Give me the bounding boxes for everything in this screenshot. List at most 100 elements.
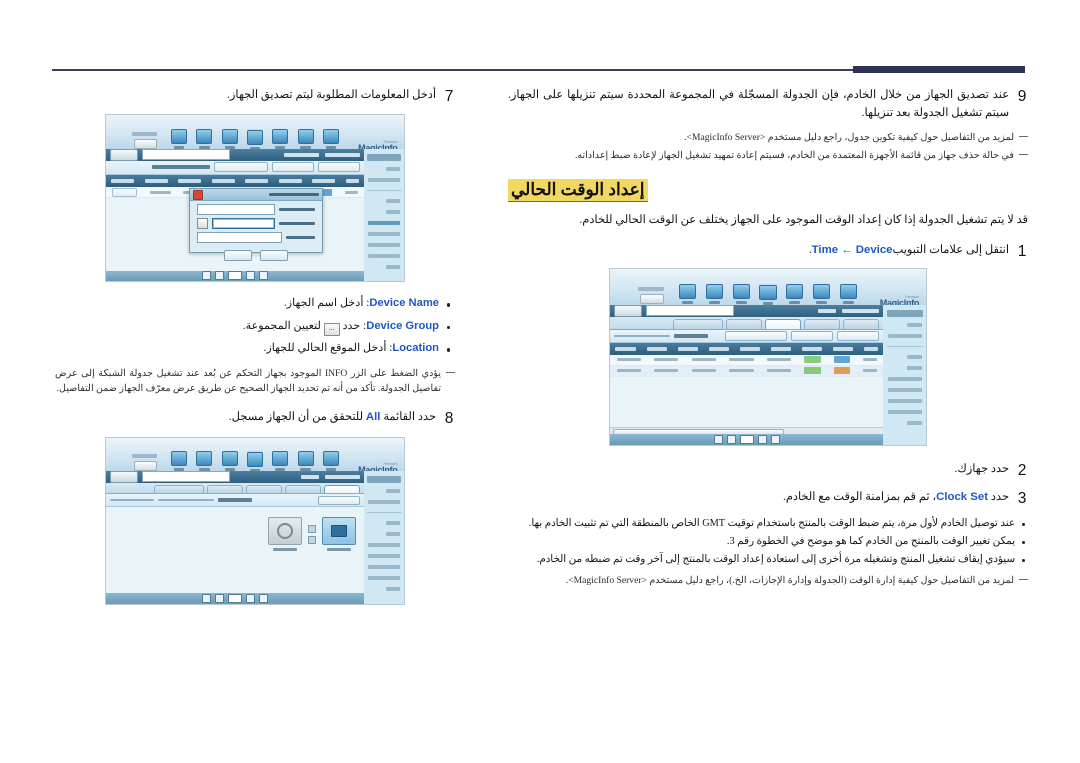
- nav-item-schedule[interactable]: [272, 450, 289, 473]
- column-device-name[interactable]: [802, 346, 823, 351]
- last-page-button[interactable]: [201, 593, 211, 603]
- dialog-buttons[interactable]: [190, 243, 321, 267]
- tab-time[interactable]: [765, 319, 802, 329]
- prev-page-button[interactable]: [757, 435, 767, 445]
- pagination-bar[interactable]: [106, 270, 364, 282]
- logout-button[interactable]: [134, 461, 157, 472]
- nav-item-playlist[interactable]: [297, 450, 314, 473]
- nav-item-user[interactable]: [221, 128, 238, 151]
- delete-button[interactable]: [271, 162, 314, 173]
- sidebar-item-all[interactable]: [907, 322, 922, 327]
- column-approve[interactable]: [111, 178, 135, 183]
- sidebar-item-sample-list[interactable]: [367, 253, 400, 258]
- clock-set-button[interactable]: [837, 330, 880, 341]
- sidebar-item-sample-list[interactable]: [887, 409, 922, 414]
- tab-monitoring[interactable]: [323, 484, 360, 494]
- row-checkbox[interactable]: [344, 190, 358, 194]
- timer-set-button[interactable]: [791, 330, 834, 341]
- cancel-button[interactable]: [224, 250, 252, 262]
- sidebar-item-by-group[interactable]: [887, 333, 922, 338]
- logout-button[interactable]: [134, 138, 157, 149]
- sidebar-item-log[interactable]: [386, 264, 400, 269]
- nav-item-setting[interactable]: [678, 283, 696, 306]
- view-mode-dropdown[interactable]: [157, 499, 214, 502]
- sidebar-item-disconnect[interactable]: [367, 231, 400, 236]
- prev-page-button[interactable]: [245, 593, 255, 603]
- row-checkbox[interactable]: [863, 358, 877, 362]
- tab-setup[interactable]: [726, 319, 763, 329]
- page-number-input[interactable]: [227, 593, 242, 603]
- tile-control-icon[interactable]: [308, 524, 317, 533]
- search-input[interactable]: [141, 149, 230, 161]
- sidebar-item-all[interactable]: [386, 488, 400, 493]
- next-page-button[interactable]: [214, 593, 224, 603]
- page-number-input[interactable]: [739, 435, 754, 445]
- nav-item-content[interactable]: [322, 450, 339, 473]
- device-thumbnail-off[interactable]: [268, 517, 303, 546]
- sidebar-item-all[interactable]: [386, 166, 400, 171]
- device-approval-dialog[interactable]: [189, 188, 323, 262]
- nav-item-device[interactable]: [246, 450, 264, 473]
- search-area[interactable]: [109, 148, 230, 161]
- nav-item-content[interactable]: [840, 283, 858, 306]
- group-filter[interactable]: [614, 333, 709, 338]
- approve-button[interactable]: [317, 162, 360, 173]
- next-page-button[interactable]: [726, 435, 736, 445]
- row-checkbox[interactable]: [863, 369, 877, 373]
- sidebar-item-total[interactable]: [386, 520, 400, 525]
- tab-information[interactable]: [284, 484, 321, 494]
- tab-setup[interactable]: [206, 484, 243, 494]
- reject-device-button[interactable]: [213, 162, 268, 173]
- column-timer2[interactable]: [708, 346, 729, 351]
- column-ip[interactable]: [245, 178, 269, 183]
- column-timer3[interactable]: [677, 346, 698, 351]
- column-device-model-name[interactable]: [144, 178, 168, 183]
- sidebar-item-by-group[interactable]: [367, 177, 400, 182]
- pagination-bar[interactable]: [106, 592, 364, 604]
- nav-item-content[interactable]: [322, 128, 339, 151]
- sidebar-item-alarm[interactable]: [386, 209, 400, 214]
- sidebar-item-disconnect[interactable]: [887, 387, 922, 392]
- column-timer1[interactable]: [739, 346, 761, 351]
- search-area[interactable]: [109, 470, 230, 483]
- table-row[interactable]: [610, 365, 884, 377]
- page-number-input[interactable]: [227, 271, 242, 281]
- horizontal-scrollbar[interactable]: [610, 427, 884, 436]
- nav-item-statistics[interactable]: [196, 128, 213, 151]
- close-icon[interactable]: [193, 189, 204, 200]
- search-button[interactable]: [109, 470, 138, 483]
- table-row[interactable]: [610, 354, 884, 366]
- nav-item-statistics[interactable]: [196, 450, 213, 473]
- dialog-field-location[interactable]: [190, 229, 321, 244]
- tile-controls[interactable]: [308, 517, 317, 551]
- tab-monitoring[interactable]: [843, 319, 880, 329]
- nav-item-playlist[interactable]: [297, 128, 314, 151]
- search-button[interactable]: [614, 304, 643, 317]
- column-device-type[interactable]: [833, 346, 854, 351]
- select-group-dropdown[interactable]: [614, 334, 671, 337]
- app-sidebar[interactable]: [362, 148, 404, 282]
- device-tile[interactable]: [322, 517, 357, 552]
- browse-button[interactable]: [197, 218, 209, 230]
- nav-item-playlist[interactable]: [813, 283, 831, 306]
- column-timer5[interactable]: [615, 346, 636, 351]
- holiday-management-button[interactable]: [725, 330, 788, 341]
- nav-item-user[interactable]: [732, 283, 750, 306]
- app-sidebar[interactable]: [362, 470, 404, 604]
- device-group-input[interactable]: [212, 218, 276, 230]
- nav-item-setting[interactable]: [171, 128, 188, 151]
- content-tabs[interactable]: [106, 482, 364, 495]
- next-page-button[interactable]: [214, 271, 224, 281]
- device-name-input[interactable]: [197, 204, 276, 216]
- sidebar-item-unapproved[interactable]: [367, 220, 400, 225]
- location-input[interactable]: [197, 232, 283, 244]
- nav-item-schedule[interactable]: [272, 128, 289, 151]
- content-toolbar[interactable]: [106, 494, 364, 508]
- sidebar-item-sample-list[interactable]: [367, 575, 400, 580]
- sidebar-item-unapproved[interactable]: [887, 376, 922, 381]
- tab-time[interactable]: [245, 484, 282, 494]
- search-area[interactable]: [614, 304, 735, 317]
- column-registered[interactable]: [211, 178, 235, 183]
- device-thumbnail-on[interactable]: [322, 517, 357, 546]
- sidebar-item-log[interactable]: [386, 586, 400, 591]
